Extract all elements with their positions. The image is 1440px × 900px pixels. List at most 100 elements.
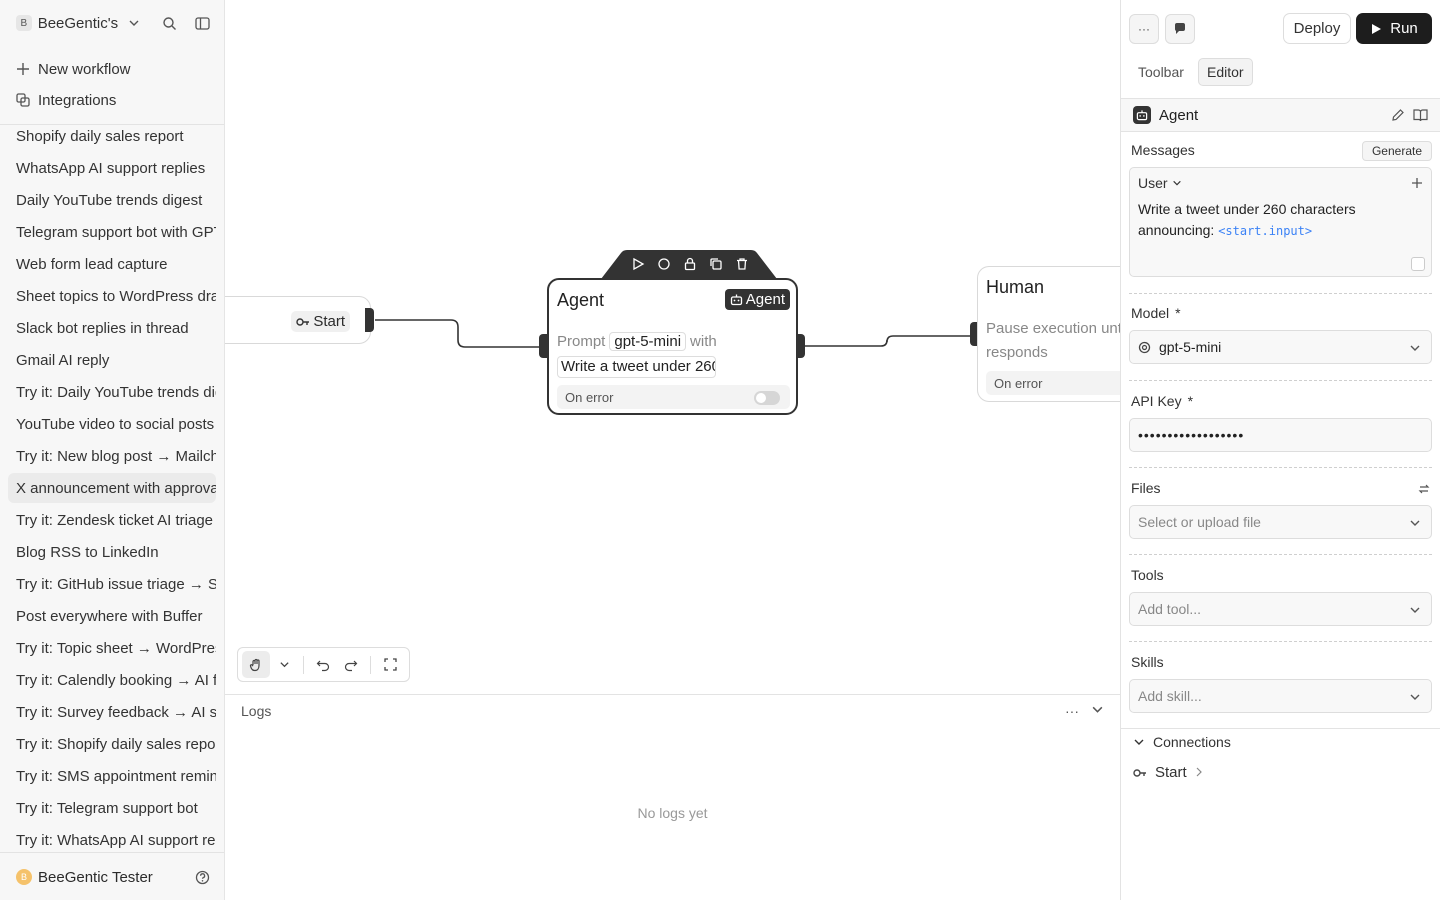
fit-view-button[interactable] xyxy=(376,651,404,678)
sidebar-item-workflow[interactable]: X announcement with approval xyxy=(8,473,216,503)
lock-icon[interactable] xyxy=(683,257,697,271)
chevron-down-icon xyxy=(1409,341,1421,357)
sidebar-item-workflow[interactable]: Web form lead capture xyxy=(8,249,216,279)
help-icon[interactable] xyxy=(195,870,210,885)
sidebar-item-workflow[interactable]: Slack bot replies in thread xyxy=(8,313,216,343)
sidebar-item-workflow[interactable]: Try it: Calendly booking → AI follow-up xyxy=(8,665,216,695)
canvas-controls xyxy=(237,647,410,682)
sidebar-item-workflow[interactable]: Gmail AI reply xyxy=(8,345,216,375)
controls-separator xyxy=(303,655,304,674)
redo-button[interactable] xyxy=(337,651,365,678)
sidebar-item-workflow[interactable]: Try it: Shopify daily sales report xyxy=(8,729,216,759)
human-node-title: Human xyxy=(986,277,1045,297)
messages-label: Messages xyxy=(1131,142,1195,158)
docs-icon[interactable] xyxy=(1413,108,1428,125)
model-select[interactable]: gpt-5-mini xyxy=(1129,330,1432,364)
sidebar-item-workflow[interactable]: Try it: New blog post → Mailchimp xyxy=(8,441,216,471)
tab-editor[interactable]: Editor xyxy=(1198,58,1253,86)
chat-button[interactable] xyxy=(1165,14,1195,44)
sidebar-item-workflow[interactable]: Sheet topics to WordPress drafts xyxy=(8,281,216,311)
chevron-down-icon xyxy=(1409,690,1421,706)
sidebar-footer-divider xyxy=(0,852,224,853)
more-options-button[interactable]: ··· xyxy=(1129,14,1159,44)
chevron-down-icon[interactable] xyxy=(1091,703,1104,719)
chevron-right-icon xyxy=(1195,764,1203,781)
search-icon[interactable] xyxy=(162,16,177,31)
on-error-toggle[interactable] xyxy=(754,391,780,405)
undo-button[interactable] xyxy=(309,651,337,678)
robot-icon xyxy=(1133,106,1151,124)
trash-icon[interactable] xyxy=(735,257,749,271)
model-label: Model * xyxy=(1131,305,1181,321)
sidebar-item-workflow[interactable]: Shopify daily sales report xyxy=(8,121,216,151)
human-on-error-label: On error xyxy=(994,375,1043,391)
field-divider xyxy=(1129,293,1432,294)
message-editor[interactable]: User Write a tweet under 260 characters … xyxy=(1129,167,1432,277)
play-icon xyxy=(1370,23,1382,35)
agent-node-title: Agent xyxy=(557,290,605,310)
files-select[interactable]: Select or upload file xyxy=(1129,505,1432,539)
user-name: BeeGentic Tester xyxy=(38,868,153,886)
resize-handle[interactable] xyxy=(1411,257,1425,271)
sidebar-item-workflow[interactable]: Try it: WhatsApp AI support replies xyxy=(8,825,216,851)
sidebar-item-workflow[interactable]: Try it: Telegram support bot xyxy=(8,793,216,823)
sidebar-item-workflow[interactable]: WhatsApp AI support replies xyxy=(8,153,216,183)
chevron-down-icon xyxy=(279,662,289,668)
api-key-input[interactable]: •••••••••••••••••• xyxy=(1129,418,1432,452)
message-text[interactable]: Write a tweet under 260 characters annou… xyxy=(1138,199,1418,242)
tab-toolbar[interactable]: Toolbar xyxy=(1130,58,1192,86)
sidebar-item-workflow[interactable]: Telegram support bot with GPT xyxy=(8,217,216,247)
connection-item-start[interactable]: Start xyxy=(1133,764,1203,781)
pan-tool-button[interactable] xyxy=(242,651,270,678)
logs-title: Logs xyxy=(241,703,272,719)
files-label: Files xyxy=(1131,480,1161,496)
logs-menu-icon[interactable]: ··· xyxy=(1065,703,1079,719)
run-node-icon[interactable] xyxy=(631,257,645,271)
sidebar-item-workflow[interactable]: Daily YouTube trends digest xyxy=(8,185,216,215)
message-role-select[interactable]: User xyxy=(1138,175,1182,191)
tools-select[interactable]: Add tool... xyxy=(1129,592,1432,626)
swap-icon[interactable] xyxy=(1418,482,1430,498)
sidebar-item-workflow[interactable]: Try it: GitHub issue triage → Slack xyxy=(8,569,216,599)
skills-select[interactable]: Add skill... xyxy=(1129,679,1432,713)
sidebar-item-workflow[interactable]: Try it: Zendesk ticket AI triage xyxy=(8,505,216,535)
sidebar-toggle-icon[interactable] xyxy=(195,16,210,31)
sidebar-item-workflow[interactable]: Post everywhere with Buffer xyxy=(8,601,216,631)
deploy-button[interactable]: Deploy xyxy=(1283,13,1351,44)
sidebar-item-workflow[interactable]: Try it: Topic sheet → WordPress xyxy=(8,633,216,663)
connection-start-label: Start xyxy=(1155,764,1187,781)
sidebar-item-workflow[interactable]: Try it: SMS appointment reminders xyxy=(8,761,216,791)
connections-toggle[interactable]: Connections xyxy=(1133,734,1231,750)
key-icon xyxy=(296,317,310,327)
rename-icon[interactable] xyxy=(1391,108,1405,125)
workspace-switcher[interactable]: B BeeGentic's xyxy=(16,12,210,34)
agent-on-error-row: On error xyxy=(557,385,790,409)
sidebar-item-workflow[interactable]: Blog RSS to LinkedIn xyxy=(8,537,216,567)
new-workflow-button[interactable]: New workflow xyxy=(16,58,131,80)
sidebar-item-workflow[interactable]: Try it: Daily YouTube trends digest xyxy=(8,377,216,407)
duplicate-icon[interactable] xyxy=(709,257,723,271)
add-message-icon[interactable] xyxy=(1411,176,1423,192)
agent-node[interactable]: Agent Agent Prompt gpt-5-mini with Write… xyxy=(547,278,798,415)
disable-node-icon[interactable] xyxy=(657,257,671,271)
user-menu[interactable]: B BeeGentic Tester xyxy=(16,866,210,888)
tool-dropdown-button[interactable] xyxy=(270,651,298,678)
sidebar-item-workflow[interactable]: YouTube video to social posts xyxy=(8,409,216,439)
generate-button[interactable]: Generate xyxy=(1362,141,1432,161)
on-error-label: On error xyxy=(565,389,614,405)
human-desc-line-2: responds xyxy=(986,344,1048,361)
sidebar-item-workflow[interactable]: Try it: Survey feedback → AI summary xyxy=(8,697,216,727)
chevron-down-icon[interactable] xyxy=(128,17,140,29)
robot-icon xyxy=(730,293,743,306)
prompt-label: Prompt xyxy=(557,333,606,350)
human-node[interactable]: Human Pause execution until responds On … xyxy=(977,266,1120,402)
human-node-description: Pause execution until responds xyxy=(986,317,1120,365)
integrations-link[interactable]: Integrations xyxy=(16,89,116,111)
start-output-handle[interactable] xyxy=(365,308,374,332)
run-button[interactable]: Run xyxy=(1356,13,1432,44)
agent-output-handle[interactable] xyxy=(796,334,805,358)
plus-icon xyxy=(16,62,30,76)
start-node[interactable]: Start xyxy=(225,296,371,344)
logs-panel: Logs ··· No logs yet xyxy=(225,694,1120,900)
workflow-canvas[interactable]: Start Agent Agent Prompt gpt-5-mini with… xyxy=(225,0,1120,695)
